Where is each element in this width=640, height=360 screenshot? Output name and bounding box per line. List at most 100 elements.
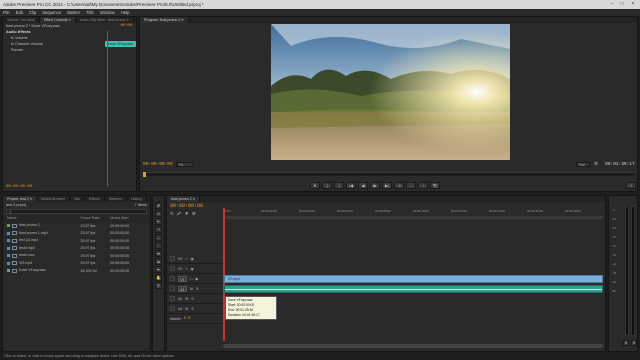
program-playhead[interactable] <box>143 172 146 177</box>
lift-button[interactable]: → <box>406 182 416 189</box>
lock-icon[interactable]: □ <box>190 277 192 281</box>
toggle-output-icon[interactable] <box>170 296 175 301</box>
tab-sequence[interactable]: final promo 2 ≡ <box>167 196 200 202</box>
project-item-row[interactable]: test4.mov 29.97 fps 00:00:00:00 <box>3 253 150 260</box>
fit-dropdown[interactable]: Fit <box>176 162 194 167</box>
settings-icon[interactable]: ⚙ <box>594 161 598 167</box>
label-color-swatch[interactable] <box>7 231 10 235</box>
work-area-bar[interactable] <box>223 217 603 219</box>
go-to-in-button[interactable]: |◀ <box>346 182 356 189</box>
step-forward-button[interactable]: ▶| <box>382 182 392 189</box>
column-media-start[interactable]: Media Start <box>110 215 150 222</box>
label-color-swatch[interactable] <box>7 261 10 265</box>
snap-icon[interactable]: ↻ <box>170 211 174 217</box>
zoom-tool-icon[interactable]: ⚲ <box>155 282 162 289</box>
program-timecode[interactable]: 00:00:00:00 <box>143 162 173 167</box>
timeline-ruler[interactable]: 00:00 00:00:02:00 00:00:04:00 00:00:06:00 00… <box>223 209 603 217</box>
tab-program[interactable]: Program: final promo 2 ≡ <box>140 17 189 23</box>
menu-file[interactable]: File <box>3 9 10 16</box>
solo-left-button[interactable]: S <box>623 340 629 346</box>
toggle-output-icon[interactable] <box>170 276 175 281</box>
toggle-output-icon[interactable] <box>170 306 175 311</box>
solo-icon[interactable]: S <box>196 287 198 291</box>
project-item-row[interactable]: final promo 1.mp4 23.97 fps 00:00:00:00 <box>3 230 150 238</box>
project-search[interactable]: ⚲ <box>6 209 147 214</box>
menu-edit[interactable]: Edit <box>16 9 23 16</box>
label-color-swatch[interactable] <box>7 254 10 258</box>
mark-in-button[interactable]: { <box>322 182 332 189</box>
extract-button[interactable]: ↓ <box>418 182 428 189</box>
eye-icon[interactable]: ◉ <box>195 277 198 281</box>
solo-right-button[interactable]: S <box>631 340 637 346</box>
menu-marker[interactable]: Marker <box>67 9 80 16</box>
project-item-row[interactable]: test4.mp4 29.97 fps 00:00:00:00 <box>3 245 150 253</box>
video-clip[interactable]: V2.mp4 <box>224 275 603 283</box>
tab-effects[interactable]: Effects <box>85 196 105 202</box>
linked-selection-icon[interactable]: ☍ <box>177 211 182 217</box>
project-item-row[interactable]: final promo 2 23.97 fps 00:00:00:00 <box>3 223 150 230</box>
menu-clip[interactable]: Clip <box>29 9 36 16</box>
quality-dropdown[interactable]: Full <box>576 162 590 167</box>
master-value[interactable]: 0.0 <box>184 317 190 321</box>
button-editor-button[interactable]: + <box>626 182 636 189</box>
column-frame-rate[interactable]: Frame Rate <box>80 215 110 222</box>
rate-stretch-tool-icon[interactable]: ↔ <box>155 234 162 241</box>
lock-icon[interactable]: □ <box>185 267 187 271</box>
close-icon[interactable]: × <box>628 1 638 8</box>
clip-badge[interactable]: Dove VFusy.wav <box>105 41 136 47</box>
selection-tool-icon[interactable]: ⬈ <box>155 202 162 209</box>
maximize-icon[interactable]: □ <box>617 1 627 8</box>
toggle-output-icon[interactable] <box>170 256 175 261</box>
solo-icon[interactable]: S <box>191 307 193 311</box>
timeline-scrollbar[interactable] <box>223 344 603 348</box>
timeline-timecode[interactable]: 00:00:00:00 <box>170 203 203 209</box>
play-button[interactable]: ▶ <box>370 182 380 189</box>
timeline-settings-icon[interactable]: ⚙ <box>192 211 196 217</box>
timeline-scroll-thumb[interactable] <box>223 344 603 348</box>
hand-tool-icon[interactable]: ✋ <box>155 274 162 281</box>
add-marker-button[interactable]: ▼ <box>310 182 320 189</box>
effect-panner[interactable]: Panner <box>3 47 136 53</box>
solo-icon[interactable]: S <box>191 297 193 301</box>
slip-tool-icon[interactable]: ⇼ <box>155 250 162 257</box>
track-select-tool-icon[interactable]: ⇨ <box>155 210 162 217</box>
step-back-button[interactable]: ◀ <box>358 182 368 189</box>
label-color-swatch[interactable] <box>7 269 10 273</box>
slide-tool-icon[interactable]: ⇋ <box>155 258 162 265</box>
project-item-row[interactable]: Dove VFusy.wav 44,100 Hz 00:00:00:00 <box>3 268 150 275</box>
rolling-edit-tool-icon[interactable]: ⊣ <box>155 226 162 233</box>
menu-title[interactable]: Title <box>86 9 94 16</box>
eye-icon[interactable]: ◉ <box>191 257 194 261</box>
minimize-icon[interactable]: – <box>607 1 617 8</box>
tab-markers[interactable]: Markers <box>105 196 127 202</box>
search-input[interactable] <box>11 209 132 214</box>
lock-icon[interactable]: □ <box>185 257 187 261</box>
label-color-swatch[interactable] <box>7 239 10 243</box>
audio-clip[interactable] <box>224 285 603 293</box>
mark-out-button[interactable]: } <box>334 182 344 189</box>
razor-tool-icon[interactable]: ◦ <box>155 242 162 249</box>
menu-window[interactable]: Window <box>100 9 115 16</box>
audio-volume-line[interactable] <box>225 289 602 290</box>
pen-tool-icon[interactable]: ✒ <box>155 266 162 273</box>
toggle-output-icon[interactable] <box>170 266 175 271</box>
go-to-out-button[interactable]: ⇥ <box>394 182 404 189</box>
project-item-row[interactable]: text (2).mp4 29.97 fps 00:00:00:00 <box>3 238 150 245</box>
label-color-swatch[interactable] <box>7 246 10 250</box>
toggle-output-icon[interactable] <box>170 286 175 291</box>
export-frame-button[interactable]: 📷 <box>430 182 440 189</box>
project-item-row[interactable]: V/2.mp4 29.97 fps 00:00:00:00 <box>3 260 150 268</box>
menu-help[interactable]: Help <box>121 9 130 16</box>
tab-info[interactable]: Info <box>70 196 86 202</box>
mute-icon[interactable]: M <box>185 307 188 311</box>
mute-icon[interactable]: M <box>190 287 193 291</box>
ripple-edit-tool-icon[interactable]: ⊢ <box>155 218 162 225</box>
menu-sequence[interactable]: Sequence <box>42 9 61 16</box>
eye-icon[interactable]: ◉ <box>191 267 194 271</box>
column-name[interactable]: Name <box>3 215 80 222</box>
label-color-swatch[interactable] <box>7 224 10 228</box>
add-marker-icon[interactable]: ▼ <box>184 211 188 217</box>
program-scrubber[interactable] <box>143 172 635 177</box>
tab-media-browser[interactable]: Media Browser <box>37 196 71 202</box>
mute-icon[interactable]: M <box>185 297 188 301</box>
